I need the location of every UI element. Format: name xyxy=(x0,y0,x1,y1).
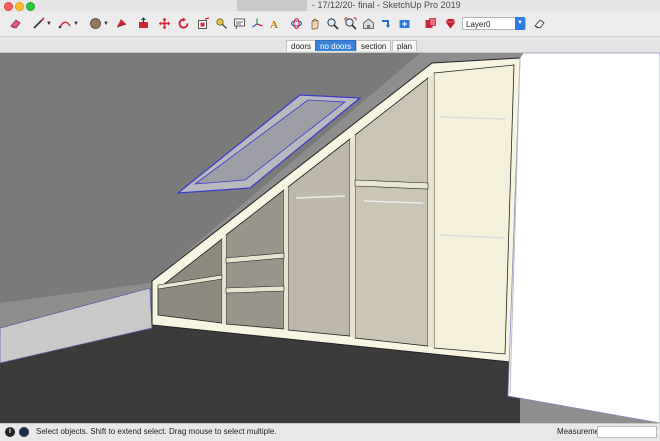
main-toolbar: ▼ ▼ ▼ A Layer0 ▼ xyxy=(0,12,660,37)
divider-3 xyxy=(350,135,355,338)
redacted-filename xyxy=(237,0,307,11)
line-tool-dropdown-icon[interactable]: ▼ xyxy=(46,21,52,27)
rotate-icon[interactable] xyxy=(157,16,172,31)
orbit-icon[interactable] xyxy=(289,16,304,31)
title-bar: - 17/12/20- final - SketchUp Pro 2019 xyxy=(0,0,660,12)
layout-icon[interactable] xyxy=(423,16,438,31)
tab-no-doors[interactable]: no doors xyxy=(315,40,357,51)
tape-measure-icon[interactable] xyxy=(214,16,229,31)
scene-tabs: doors no doors section plan xyxy=(0,37,660,53)
paint-bucket-icon[interactable] xyxy=(88,16,103,31)
zoom-extents-icon[interactable] xyxy=(343,16,358,31)
close-window-button[interactable] xyxy=(4,2,13,11)
tab-doors[interactable]: doors xyxy=(286,40,317,51)
tab-section[interactable]: section xyxy=(356,40,392,51)
model-canvas[interactable] xyxy=(0,53,660,423)
model-viewport[interactable] xyxy=(0,53,660,423)
svg-text:A: A xyxy=(270,19,278,30)
pan-icon[interactable] xyxy=(307,16,322,31)
layer-select[interactable]: Layer0 ▼ xyxy=(462,17,526,30)
chevron-down-icon: ▼ xyxy=(515,17,525,30)
measurements-input[interactable] xyxy=(597,426,657,438)
compartment-5 xyxy=(433,64,515,355)
eraser-icon[interactable] xyxy=(8,16,23,31)
text-icon[interactable] xyxy=(232,16,247,31)
status-message: Select objects. Shift to extend select. … xyxy=(36,427,277,436)
status-bar: i Select objects. Shift to extend select… xyxy=(0,423,660,441)
move-icon[interactable] xyxy=(114,16,129,31)
share-component-icon[interactable] xyxy=(379,16,394,31)
paint-dropdown-icon[interactable]: ▼ xyxy=(103,21,109,27)
zoom-window-button[interactable] xyxy=(26,2,35,11)
warehouse-icon[interactable] xyxy=(361,16,376,31)
ruby-icon[interactable] xyxy=(443,16,458,31)
freehand-arc-icon[interactable] xyxy=(57,16,72,31)
offset-icon[interactable] xyxy=(196,16,211,31)
window-title: - 17/12/20- final - SketchUp Pro 2019 xyxy=(312,0,461,10)
divider-4 xyxy=(428,73,434,348)
divider-2 xyxy=(284,187,288,330)
push-pull-icon[interactable] xyxy=(136,16,151,31)
3d-text-icon[interactable]: A xyxy=(268,16,283,31)
arc-tool-dropdown-icon[interactable]: ▼ xyxy=(73,21,79,27)
geo-location-icon[interactable] xyxy=(19,427,29,437)
layer-manager-icon[interactable] xyxy=(532,16,547,31)
scale-icon[interactable] xyxy=(176,16,191,31)
layer-select-value: Layer0 xyxy=(466,20,491,29)
zoom-icon[interactable] xyxy=(325,16,340,31)
extension-warehouse-icon[interactable] xyxy=(397,16,412,31)
tab-plan[interactable]: plan xyxy=(392,40,418,51)
divider-1 xyxy=(222,235,226,324)
right-wall xyxy=(507,53,660,423)
info-icon[interactable]: i xyxy=(5,427,15,437)
minimize-window-button[interactable] xyxy=(15,2,24,11)
line-pencil-icon[interactable] xyxy=(31,16,46,31)
axes-icon[interactable] xyxy=(250,16,265,31)
